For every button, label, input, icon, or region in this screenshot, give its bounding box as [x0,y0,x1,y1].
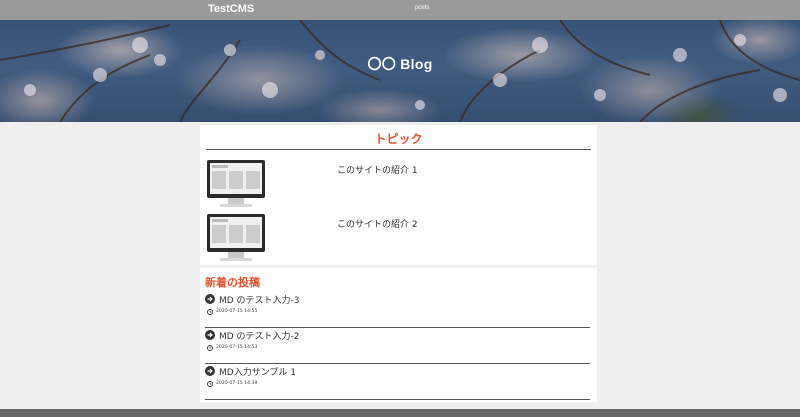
post-date: 2020-07-15 14:55 [216,309,258,314]
clock-icon [207,309,213,315]
post-date: 2020-07-15 14:39 [216,381,258,386]
post-list-item[interactable]: MD入力サンプル 1 2020-07-15 14:39 [200,364,597,400]
post-divider [205,399,590,400]
topic-item-label[interactable]: このサイトの紹介 2 [337,217,418,230]
arrow-right-circle-icon [205,366,215,376]
topic-item[interactable]: このサイトの紹介 1 [200,160,597,210]
post-title-link[interactable]: MD のテスト入力-3 [219,293,300,306]
topic-item[interactable]: このサイトの紹介 2 [200,214,597,264]
arrow-right-circle-icon [205,330,215,340]
monitor-thumbnail-icon [207,214,265,261]
post-list-item[interactable]: MD のテスト入力-3 2020-07-15 14:55 [200,292,597,328]
brand-link[interactable]: TestCMS [208,3,254,15]
recent-posts-panel: 新着の投稿 MD のテスト入力-3 2020-07-15 14:55 MD のテ… [200,268,597,402]
recent-posts-heading: 新着の投稿 [205,276,260,289]
arrow-right-circle-icon [205,294,215,304]
post-title-link[interactable]: MD入力サンプル 1 [219,365,296,378]
clock-icon [207,381,213,387]
topic-item-label[interactable]: このサイトの紹介 1 [337,163,418,176]
footer-bar [0,409,800,417]
site-title: 〇〇 Blog [367,56,433,72]
monitor-thumbnail-icon [207,160,265,207]
nav-link-posts[interactable]: posts [415,5,429,11]
post-list-item[interactable]: MD のテスト入力-2 2020-07-15 14:53 [200,328,597,364]
post-title-link[interactable]: MD のテスト入力-2 [219,329,300,342]
post-date: 2020-07-15 14:53 [216,345,258,350]
topic-panel: トピック このサイトの紹介 1 このサイトの紹介 2 [200,125,597,265]
topic-heading: トピック [374,132,423,146]
hero-banner: 〇〇 Blog [0,20,800,122]
clock-icon [207,345,213,351]
top-navbar: TestCMS posts [0,0,800,20]
topic-divider [206,149,591,150]
